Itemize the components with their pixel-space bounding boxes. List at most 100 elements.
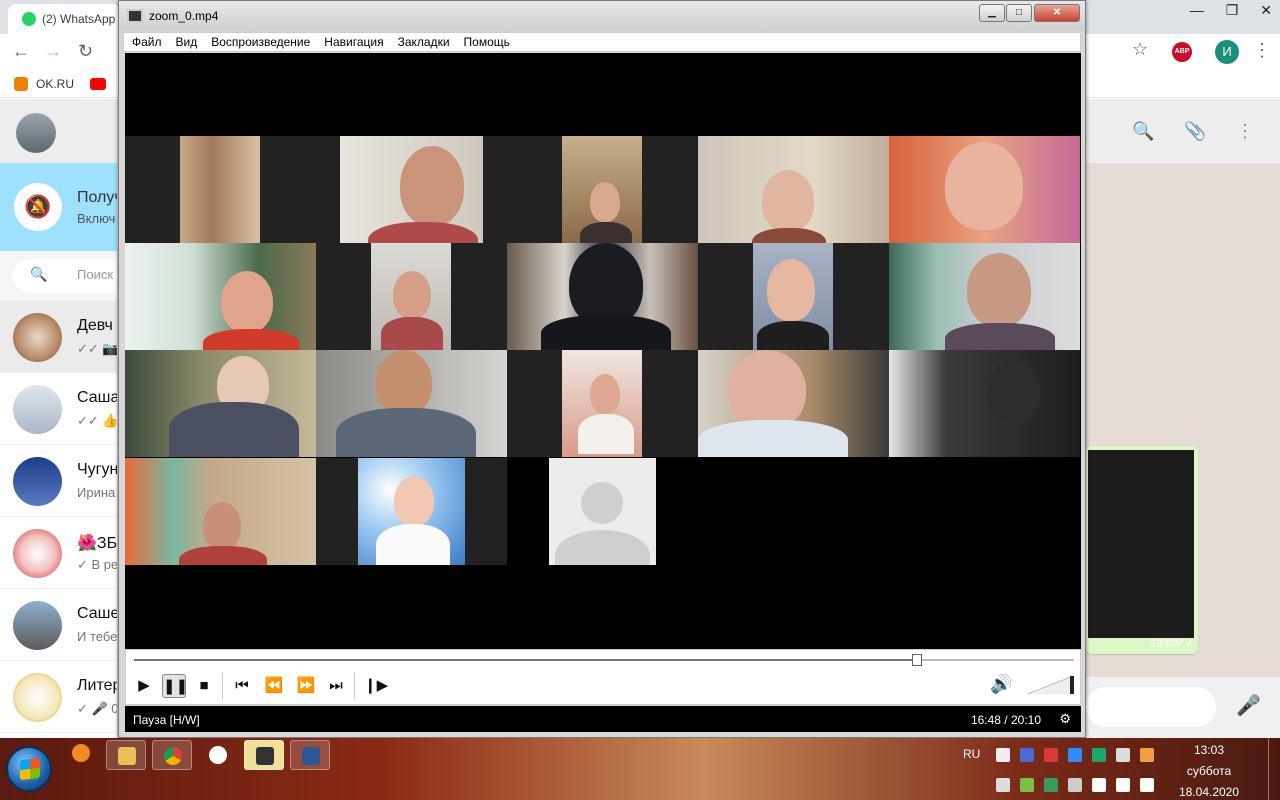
menu-bookmarks[interactable]: Закладки (398, 35, 450, 49)
flag-icon[interactable] (1092, 778, 1106, 792)
maximize-button[interactable]: □ (1006, 4, 1032, 22)
lav-icon[interactable] (1020, 748, 1034, 762)
reload-icon[interactable]: ↻ (78, 41, 93, 62)
bookmark-ok[interactable]: OK.RU (14, 77, 74, 91)
avatar (13, 601, 62, 650)
notification-title: Получ (77, 189, 117, 206)
seek-bar[interactable] (134, 654, 1074, 666)
frame-step-icon[interactable]: ❙▶ (364, 674, 388, 698)
profile-avatar[interactable]: И (1215, 40, 1239, 64)
avatar (13, 673, 62, 722)
power-icon[interactable] (1140, 778, 1154, 792)
seek-handle[interactable] (912, 654, 923, 666)
avatar (13, 313, 62, 362)
video-feed (358, 458, 465, 565)
chat-item[interactable]: Саше И тебе (0, 589, 117, 661)
more-icon[interactable]: ⋮ (1236, 121, 1254, 142)
notification-banner[interactable]: 🔕 Получ Включ (0, 163, 117, 251)
seek-progress (134, 659, 918, 661)
notification-icon[interactable] (72, 744, 90, 762)
tray-app-icon[interactable] (996, 778, 1010, 792)
youtube-icon[interactable] (90, 78, 106, 90)
close-button[interactable]: ✕ (1034, 4, 1080, 22)
sidebar-header (0, 99, 117, 163)
pause-icon[interactable]: ❚❚ (162, 674, 188, 698)
lav-icon[interactable] (1044, 748, 1058, 762)
person (203, 329, 299, 350)
chat-item[interactable]: Девч ✓✓ 📷 (0, 301, 117, 373)
language-indicator[interactable]: RU (963, 747, 980, 761)
shield-icon[interactable] (1092, 748, 1106, 762)
video-feed (507, 243, 698, 350)
participant-video (698, 243, 889, 350)
chat-item[interactable]: Саша ✓✓ 👍 (0, 373, 117, 445)
menu-file[interactable]: Файл (132, 35, 162, 49)
start-button[interactable] (6, 746, 52, 792)
menu-playback[interactable]: Воспроизведение (211, 35, 310, 49)
volume-icon[interactable]: 🔊 (990, 674, 1012, 695)
microphone-icon[interactable]: 🎤 (1236, 693, 1261, 718)
taskbar-explorer[interactable] (106, 740, 146, 770)
video-area[interactable] (125, 53, 1081, 649)
tray-app-icon[interactable] (1020, 778, 1034, 792)
lav-icon[interactable] (996, 748, 1010, 762)
image-message[interactable]: 13:02 ✓✓ (1086, 446, 1198, 654)
next-icon[interactable]: ⏭ (324, 674, 348, 698)
tray-app-icon[interactable] (1044, 778, 1058, 792)
menu-help[interactable]: Помощь (464, 35, 510, 49)
taskbar-word[interactable] (290, 740, 330, 770)
minimize-icon[interactable]: — (1190, 2, 1204, 20)
star-icon[interactable]: ☆ (1132, 39, 1148, 60)
taskbar-chrome[interactable] (152, 740, 192, 770)
person (221, 271, 273, 333)
minimize-button[interactable]: ▁ (979, 4, 1005, 22)
chat-item[interactable]: Чугун Ирина (0, 445, 117, 517)
forward-icon[interactable]: → (44, 41, 62, 62)
taskbar: RU 13:03 суббота 18.04.2020 (0, 738, 1280, 800)
speaker-icon[interactable] (1116, 778, 1130, 792)
participant-video (125, 243, 316, 350)
fast-forward-icon[interactable]: ⏩ (294, 674, 318, 698)
zoom-icon[interactable] (1068, 748, 1082, 762)
camera-icon[interactable] (1068, 778, 1082, 792)
show-desktop-button[interactable] (1268, 738, 1280, 800)
search-icon[interactable]: 🔍 (1132, 121, 1154, 142)
menu-navigation[interactable]: Навигация (324, 35, 383, 49)
person (336, 408, 476, 457)
participant-video (125, 136, 316, 243)
clock[interactable]: 13:03 суббота 18.04.2020 (1172, 740, 1246, 800)
person (169, 402, 299, 457)
tray-app-icon[interactable] (1140, 748, 1154, 762)
chat-item[interactable]: 🌺ЗБ ✓ В ре (0, 517, 117, 589)
close-icon[interactable]: ✕ (1260, 2, 1272, 20)
person (580, 222, 632, 243)
menu-view[interactable]: Вид (176, 35, 198, 49)
restore-icon[interactable]: ❐ (1226, 2, 1239, 20)
participant-video (316, 458, 507, 565)
rewind-icon[interactable]: ⏪ (262, 674, 286, 698)
taskbar-media-player[interactable] (244, 740, 284, 770)
message-input[interactable] (1086, 687, 1216, 727)
person (394, 476, 434, 526)
stop-icon[interactable]: ■ (192, 674, 216, 698)
volume-slider[interactable] (1028, 676, 1074, 694)
participant-video (316, 243, 507, 350)
chat-item[interactable]: Литер ✓ 🎤 0 (0, 661, 117, 733)
attach-icon[interactable]: 📎 (1184, 121, 1206, 142)
effects-icon[interactable]: ⚙ (1059, 711, 1071, 727)
compose-bar: 🎤 (1086, 677, 1280, 738)
participant-video (507, 136, 698, 243)
play-icon[interactable]: ▶ (132, 674, 156, 698)
previous-icon[interactable]: ⏮ (230, 674, 254, 698)
more-icon[interactable]: ⋮ (1253, 40, 1271, 61)
tab-title: (2) WhatsApp (42, 12, 116, 26)
signal-icon[interactable] (1116, 748, 1130, 762)
video-feed (753, 243, 833, 350)
clock-day: суббота (1186, 764, 1232, 778)
adblock-icon[interactable]: ABP (1172, 42, 1192, 62)
avatar[interactable] (16, 113, 56, 153)
person (541, 315, 671, 350)
back-icon[interactable]: ← (12, 41, 30, 62)
taskbar-yandex[interactable] (198, 740, 238, 770)
tab-whatsapp[interactable]: (2) WhatsApp (8, 4, 120, 34)
